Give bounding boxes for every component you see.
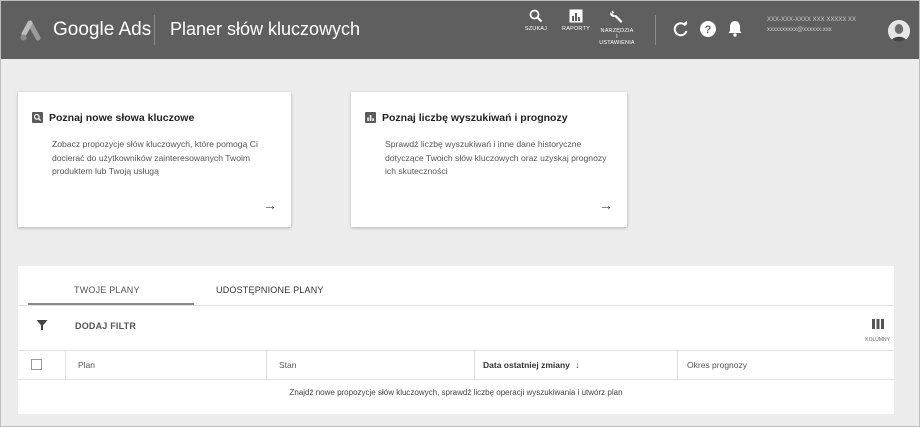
card-description: Zobacz propozycje słów kluczowych, które… [52,139,258,176]
column-plan[interactable]: Plan [66,351,267,379]
card-title-text: Poznaj liczbę wyszukiwań i prognozy [382,112,568,124]
search-tool-button[interactable]: SZUKAJ [521,9,551,32]
search-volume-forecast-card[interactable]: Poznaj liczbę wyszukiwań i prognozy Spra… [351,92,627,227]
refresh-icon[interactable] [671,19,691,39]
wrench-icon [610,10,623,23]
tabs-divider [18,305,894,306]
columns-label: KOLUMNY [865,337,890,343]
google-ads-logo-icon[interactable] [19,20,41,42]
tools-settings-button[interactable]: NARZĘDZIA I USTAWIENIA [597,9,637,46]
sort-descending-icon[interactable]: ↓ [575,360,579,370]
settings-label: USTAWIENIA [599,40,635,46]
columns-icon [871,319,884,329]
add-filter-button[interactable]: DODAJ FILTR [75,321,136,331]
column-status[interactable]: Stan [267,351,475,379]
card-title: Poznaj nowe słowa kluczowe [32,112,194,124]
select-all-checkbox[interactable] [31,359,42,370]
arrow-right-icon[interactable]: → [263,197,277,213]
help-icon[interactable]: ? [698,19,718,39]
card-title: Poznaj liczbę wyszukiwań i prognozy [365,112,568,124]
avatar[interactable] [888,20,910,42]
reports-icon [569,9,583,23]
tab-your-plans[interactable]: TWOJE PLANY [74,285,140,295]
filter-icon[interactable] [36,319,48,331]
user-photo-icon [888,20,910,42]
chart-badge-icon [365,112,376,123]
search-badge-icon [32,112,43,123]
card-description: Sprawdź liczbę wyszukiwań i inne dane hi… [385,139,607,176]
empty-state-message: Znajdź nowe propozycje słów kluczowych, … [289,388,623,397]
column-last-modified-label: Data ostatniej zmiany [483,360,570,370]
table-header: Plan Stan Data ostatniej zmiany ↓ Okres … [18,350,894,380]
column-forecast-period[interactable]: Okres prognozy [678,351,894,379]
columns-button[interactable]: KOLUMNY [865,316,890,343]
search-icon [529,9,543,23]
page-title: Planer słów kluczowych [170,19,361,39]
top-bar: Google Ads Planer słów kluczowych SZUKAJ… [1,1,919,59]
card-title-text: Poznaj nowe słowa kluczowe [49,112,195,124]
column-last-modified[interactable]: Data ostatniej zmiany ↓ [475,351,678,379]
reports-tool-button[interactable]: RAPORTY [561,9,591,32]
svg-text:?: ? [705,24,712,36]
bell-icon[interactable] [725,19,745,39]
plans-panel: TWOJE PLANY UDOSTĘPNIONE PLANY DODAJ FIL… [18,266,894,414]
header-divider [154,15,155,45]
account-info[interactable]: XXX-XXX-XXXX XXX XXXXX XX xxxxxxxxxx@xxx… [767,15,887,35]
discover-keywords-card[interactable]: Poznaj nowe słowa kluczowe Zobacz propoz… [18,92,291,227]
search-tool-label: SZUKAJ [524,26,548,32]
tab-shared-plans[interactable]: UDOSTĘPNIONE PLANY [216,285,324,295]
account-id: XXX-XXX-XXXX XXX XXXXX XX [767,17,857,23]
header-divider-2 [655,15,656,45]
account-email: xxxxxxxxxx@xxxxxx.xxx [767,27,832,33]
select-all-cell [18,351,66,379]
brand-name[interactable]: Google Ads [53,19,151,41]
reports-tool-label: RAPORTY [562,26,590,32]
app-window: Google Ads Planer słów kluczowych SZUKAJ… [0,0,920,427]
arrow-right-icon[interactable]: → [599,197,613,213]
